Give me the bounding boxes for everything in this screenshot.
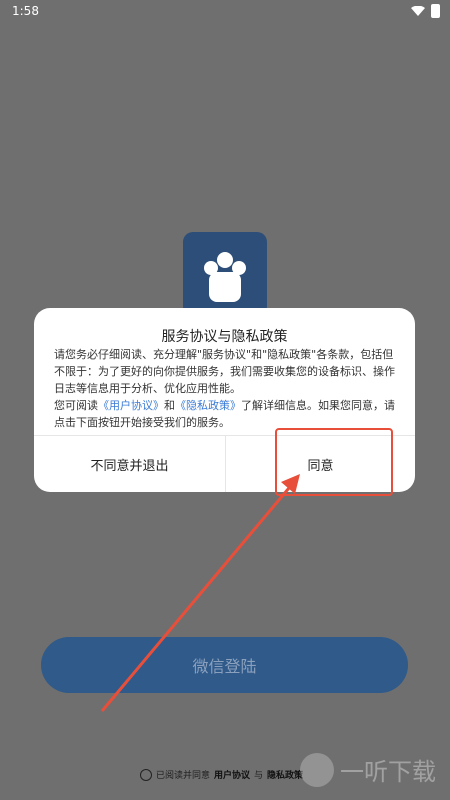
footer-user-agreement-link[interactable]: 用户协议 bbox=[214, 768, 250, 781]
watermark-text: 一听下载 bbox=[340, 758, 436, 786]
footer-prefix: 已阅读并同意 bbox=[156, 771, 211, 781]
agree-radio[interactable] bbox=[140, 768, 152, 781]
footer-privacy-link[interactable]: 隐私政策 bbox=[267, 768, 303, 781]
watermark: 一听下载 bbox=[300, 752, 436, 787]
annotation-arrow-icon bbox=[100, 474, 300, 712]
watermark-logo-icon bbox=[300, 752, 334, 787]
footer-and: 与 bbox=[254, 771, 264, 781]
agreement-footer: 已阅读并同意 用户协议 与 隐私政策 bbox=[140, 768, 303, 781]
